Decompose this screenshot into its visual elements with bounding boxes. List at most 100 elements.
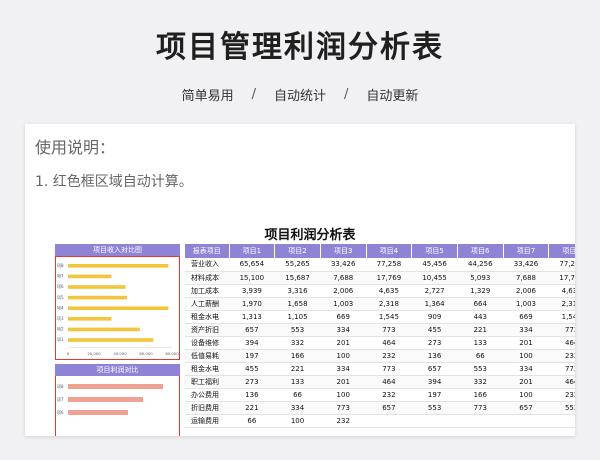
row-label: 加工成本 [185, 284, 229, 298]
table-cell: 1,329 [457, 284, 504, 298]
table-cell: 15,687 [274, 271, 321, 285]
income-chart-svg: 项8 项7 项6 项5 项4 项3 项2 项1 0 20,000 40,000 60,000 80,00… [57, 262, 179, 356]
table-cell: 17,769 [366, 271, 412, 285]
table-cell: 232 [366, 349, 412, 363]
table-cell: 334 [320, 362, 367, 376]
income-bar [68, 327, 140, 332]
table-cell: 136 [229, 388, 275, 402]
category-label: 项7 [57, 396, 64, 402]
table-cell: 553 [274, 323, 321, 337]
table-cell: 657 [503, 401, 549, 415]
table-cell: 33,426 [503, 258, 549, 272]
table-cell: 553 [548, 401, 575, 415]
table-cell: 464 [366, 375, 412, 389]
table-cell: 201 [503, 336, 549, 350]
table-cell: 100 [503, 388, 549, 402]
table-row: 职工福利273133201464394332201464 [185, 375, 575, 389]
table-cell [503, 414, 549, 428]
table-cell: 17,769 [548, 271, 575, 285]
header-project: 项目5 [411, 244, 458, 258]
table-cell: 55,265 [274, 258, 321, 272]
table-cell: 334 [503, 323, 549, 337]
header-project: 项目2 [274, 244, 321, 258]
table-row: 材料成本 15,100 15,687 7,688 17,769 10,455 5,093 7,… [185, 271, 575, 285]
table-cell: 464 [366, 336, 412, 350]
row-label: 运输费用 [185, 414, 229, 428]
table-row: 运输费用 66 100 232 [185, 414, 575, 428]
table-cell: 657 [411, 362, 458, 376]
page-title: 项目管理利润分析表 [156, 30, 444, 65]
table-cell: 2,318 [548, 297, 575, 311]
table-cell: 1,970 [229, 297, 275, 311]
table-row: 租金水电1,3131,1056691,5459094436691,545 [185, 310, 575, 324]
table-cell: 77,258 [366, 258, 412, 272]
category-label: 项5 [57, 294, 64, 300]
profit-table: 报表项目项目1项目2项目3项目4项目5项目6项目7项目8 营业收入65,6545… [185, 244, 575, 436]
header-report-item: 报表项目 [185, 244, 230, 258]
table-cell: 2,006 [320, 284, 367, 298]
row-label: 办公费用 [185, 388, 229, 402]
profit-bar [68, 384, 163, 389]
table-row: 折旧费用221334773657553773657553 [185, 401, 575, 415]
table-cell: 664 [457, 297, 504, 311]
table-cell: 7,688 [320, 271, 367, 285]
table-cell: 66 [274, 388, 321, 402]
tag-auto-update: 自动更新 [366, 89, 419, 104]
table-cell: 232 [366, 388, 412, 402]
income-bar [68, 285, 126, 289]
tag-easy: 简单易用 [181, 89, 234, 104]
usage-heading: 使用说明： [35, 138, 116, 157]
table-cell: 455 [229, 362, 275, 376]
table-cell: 455 [411, 323, 458, 337]
table-cell [366, 414, 412, 428]
table-cell: 2,727 [411, 284, 458, 298]
table-cell: 909 [411, 310, 458, 324]
usage-item: 1. 红色框区域自动计算。 [35, 174, 193, 190]
table-cell: 553 [411, 401, 458, 415]
table-cell: 100 [320, 388, 367, 402]
tick-label: 40,000 [113, 351, 127, 356]
table-cell: 443 [457, 310, 504, 324]
table-cell: 1,313 [229, 310, 275, 324]
row-label: 职工福利 [185, 375, 229, 389]
table-cell: 1,105 [274, 310, 321, 324]
table-cell: 197 [229, 349, 275, 363]
income-bar [68, 274, 112, 279]
table-cell: 334 [320, 323, 367, 337]
header-project: 项目6 [457, 244, 504, 258]
table-cell: 273 [411, 336, 458, 350]
table-row: 资产折旧657553334773455221334773 [185, 323, 575, 337]
table-cell: 3,939 [229, 284, 275, 298]
income-bar [68, 295, 128, 300]
profit-bar [68, 397, 143, 402]
category-label: 项7 [57, 273, 64, 279]
category-label: 项1 [57, 336, 64, 342]
row-label: 折旧费用 [185, 401, 229, 415]
table-cell: 1,545 [366, 310, 412, 324]
table-cell: 1,545 [548, 310, 575, 324]
table-cell: 100 [320, 349, 367, 363]
table-cell [548, 414, 575, 428]
table-cell: 332 [457, 375, 504, 389]
chart-panel: 项目收入对比图 项8 项7 项6 项5 项4 项3 项2 项1 0 20,000 40,000 60,… [55, 244, 180, 436]
table-cell: 232 [548, 388, 575, 402]
table-header-row: 报表项目项目1项目2项目3项目4项目5项目6项目7项目8 [185, 244, 575, 258]
row-label: 低值易耗 [185, 349, 229, 363]
row-label: 人工薪酬 [185, 297, 229, 311]
category-label: 项6 [57, 409, 64, 415]
table-cell: 100 [503, 349, 549, 363]
table-body: 营业收入 65,654 55,265 33,426 77,258 45,456 44,256… [185, 258, 575, 428]
row-label: 设备维修 [185, 336, 229, 350]
tag-auto-stats: 自动统计 [273, 89, 326, 104]
profit-chart-svg: 项8 项7 项6 [57, 383, 163, 415]
table-cell: 5,093 [457, 271, 504, 285]
table-cell [457, 414, 504, 428]
table-row: 低值易耗19716610023213666100232 [185, 349, 575, 363]
table-cell: 166 [457, 388, 504, 402]
table-cell: 553 [457, 362, 504, 376]
table-cell: 66 [457, 349, 504, 363]
table-cell: 10,455 [411, 271, 458, 285]
row-label: 材料成本 [185, 271, 229, 285]
table-cell: 464 [548, 375, 575, 389]
row-label: 租金水电 [185, 310, 229, 324]
